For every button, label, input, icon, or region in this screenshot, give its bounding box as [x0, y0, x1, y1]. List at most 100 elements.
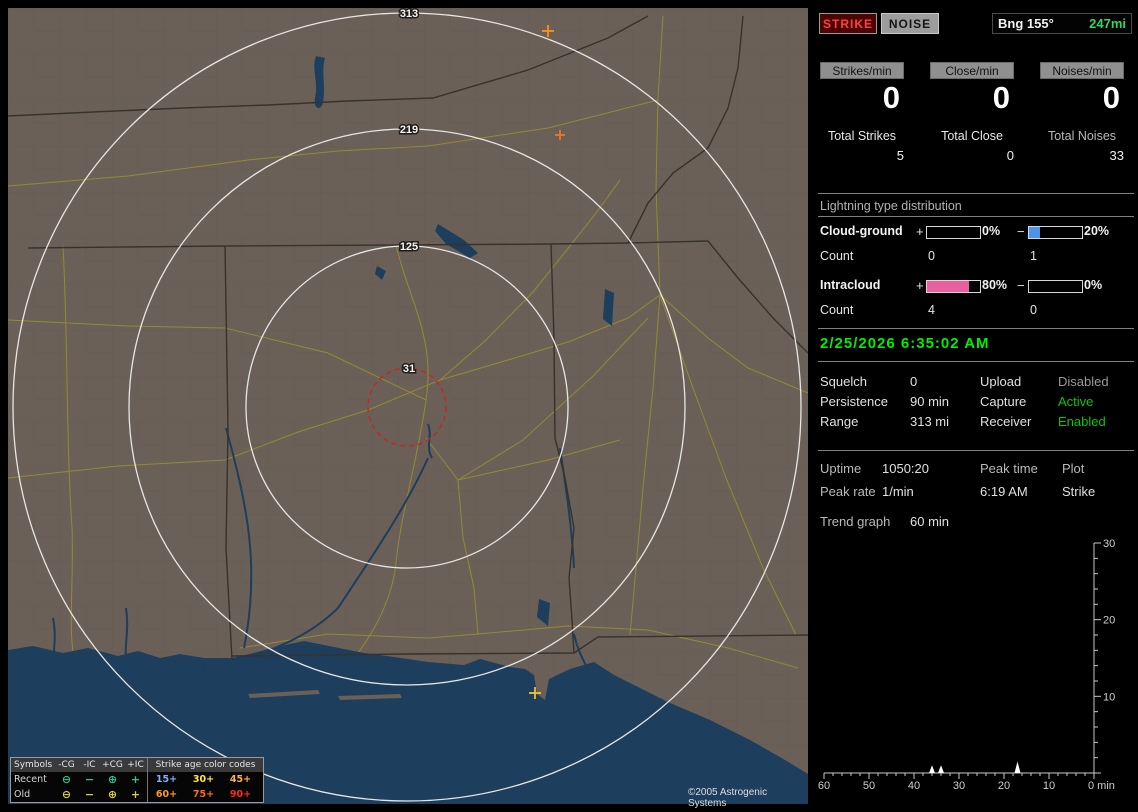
upload-label: Upload: [980, 374, 1022, 389]
legend-header: Symbols -CG -IC +CG +IC Strike age color…: [11, 758, 263, 772]
divider: [818, 361, 1134, 362]
status-panel: STRIKE NOISE Bng 155° 247mi Strikes/min …: [816, 0, 1138, 812]
x-tick-label: 60: [818, 780, 830, 792]
noise-mode-button[interactable]: NOISE: [881, 13, 939, 34]
x-tick-label: 40: [908, 780, 920, 792]
cg-positive-count: 0: [928, 249, 935, 263]
legend-age-title: Strike age color codes: [147, 758, 263, 772]
x-tick-label: 10: [1043, 780, 1055, 792]
nic-symbol-icon: −: [84, 788, 95, 801]
cg-negative-pct: 20%: [1084, 224, 1110, 238]
pic-symbol-icon: +: [130, 773, 141, 786]
ic-negative-pct: 0%: [1084, 278, 1103, 292]
total-noises-label: Total Noises: [1047, 129, 1117, 143]
trend-axes: [824, 543, 1095, 774]
y-tick-label: 10: [1103, 691, 1115, 703]
x-tick-label: 20: [998, 780, 1010, 792]
strikes-per-min-value: 0: [882, 80, 900, 115]
noises-per-min-chip: Noises/min: [1040, 62, 1124, 79]
close-per-min-value: 0: [992, 80, 1010, 115]
plot-value: Strike: [1062, 484, 1096, 499]
capture-status: Active: [1058, 394, 1094, 409]
divider: [818, 450, 1134, 451]
total-strikes-label: Total Strikes: [827, 129, 897, 143]
strikes-per-min-chip: Strikes/min: [820, 62, 904, 79]
radar-map[interactable]: 313 219 125 31: [8, 8, 808, 804]
ncg-symbol-icon: ⊖: [61, 773, 72, 786]
trend-graph-label: Trend graph: [820, 514, 891, 529]
cg-positive-bar: [926, 226, 981, 239]
plot-label: Plot: [1062, 461, 1085, 476]
ic-negative-count: 0: [1030, 303, 1037, 317]
nic-symbol-icon: −: [84, 773, 95, 786]
total-close-value: 0: [1006, 148, 1014, 163]
pcg-symbol-icon: ⊕: [107, 773, 118, 786]
ic-negative-bar: [1028, 280, 1083, 293]
receiver-label: Receiver: [980, 414, 1032, 429]
strike-rate-spike: [929, 765, 935, 773]
plus-sign: +: [916, 278, 924, 293]
age-code: 30+: [192, 774, 215, 785]
range-ring-label: 219: [400, 124, 418, 136]
persistence-label: Persistence: [820, 394, 888, 409]
legend-col-ncg: -CG: [58, 760, 75, 770]
x-tick-label: 0 min: [1088, 780, 1115, 792]
legend-row-label: Recent: [14, 774, 47, 785]
age-code: 90+: [229, 789, 252, 800]
bearing-display: Bng 155° 247mi: [992, 13, 1132, 34]
divider: [818, 216, 1134, 217]
copyright-text: ©2005 Astrogenic Systems: [688, 787, 768, 809]
legend-title: Symbols: [14, 760, 53, 770]
legend-col-nic: -IC: [83, 760, 96, 770]
capture-label: Capture: [980, 394, 1027, 409]
cg-negative-count: 1: [1030, 249, 1037, 263]
distribution-section-title: Lightning type distribution: [820, 199, 962, 213]
symbol-legend: Symbols -CG -IC +CG +IC Strike age color…: [10, 757, 264, 803]
divider: [818, 328, 1134, 329]
total-strikes-value: 5: [896, 148, 904, 163]
ic-positive-bar: [926, 280, 981, 293]
datetime-display: 2/25/2026 6:35:02 AM: [820, 335, 990, 352]
map-area: 313 219 125 31 Symbols -CG -IC +CG +IC Stri…: [8, 8, 808, 809]
ic-positive-count: 4: [928, 303, 935, 317]
cloud-ground-label: Cloud-ground: [820, 224, 903, 238]
age-code: 45+: [229, 774, 252, 785]
count-label: Count: [820, 249, 854, 263]
age-code: 75+: [192, 789, 215, 800]
legend-col-pcg: +CG: [102, 760, 123, 770]
age-code: 60+: [155, 789, 178, 800]
y-tick-label: 30: [1103, 538, 1115, 550]
range-ring-label: 313: [400, 8, 418, 20]
count-label: Count: [820, 303, 854, 317]
legend-row-recent: Recent ⊖ − ⊕ + 15+ 30+ 45+: [11, 772, 263, 787]
peak-time-value: 6:19 AM: [980, 484, 1028, 499]
strike-mode-button[interactable]: STRIKE: [819, 13, 877, 34]
trend-graph-value: 60 min: [910, 514, 950, 529]
age-code: 15+: [155, 774, 178, 785]
pic-symbol-icon: +: [130, 788, 141, 801]
receiver-status: Enabled: [1058, 414, 1106, 429]
noises-per-min-value: 0: [1102, 80, 1120, 115]
strike-rate-spike: [938, 765, 944, 773]
range-value: 313 mi: [910, 414, 950, 429]
legend-col-pic: +IC: [127, 760, 144, 770]
squelch-label: Squelch: [820, 374, 867, 389]
legend-row-old: Old ⊖ − ⊕ + 60+ 75+ 90+: [11, 787, 263, 802]
range-ring-label: 31: [403, 363, 415, 375]
x-tick-label: 50: [863, 780, 875, 792]
ic-positive-pct: 80%: [982, 278, 1008, 292]
squelch-value: 0: [910, 374, 918, 389]
trend-graph: 10 20 30 60 50 40 30 20 10 0 min: [818, 538, 1115, 792]
ncg-symbol-icon: ⊖: [61, 788, 72, 801]
strike-rate-spike: [1014, 761, 1021, 773]
bearing-value: Bng 155°: [998, 16, 1054, 31]
peak-rate-label: Peak rate: [820, 484, 876, 499]
total-noises-value: 33: [1109, 148, 1124, 163]
cg-negative-bar: [1028, 226, 1083, 239]
x-tick-label: 30: [953, 780, 965, 792]
persistence-value: 90 min: [910, 394, 950, 409]
y-tick-label: 20: [1103, 615, 1115, 627]
minus-sign: −: [1017, 278, 1025, 293]
cg-positive-pct: 0%: [982, 224, 1001, 238]
legend-row-label: Old: [14, 789, 31, 800]
